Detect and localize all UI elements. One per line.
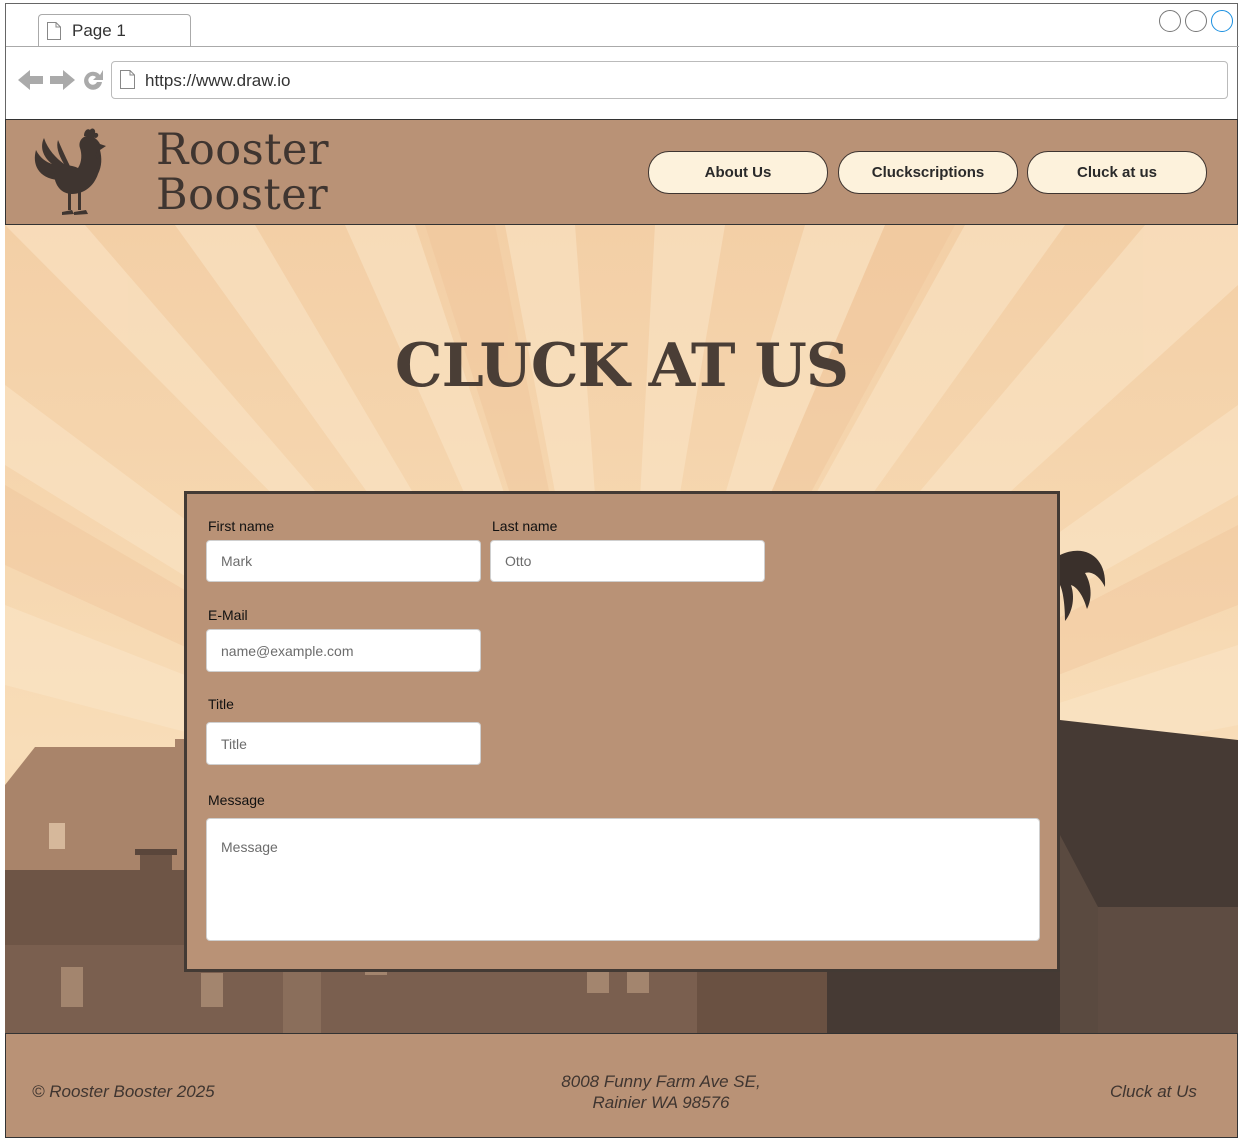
browser-tab[interactable]: Page 1: [38, 14, 191, 47]
page-icon: [47, 22, 61, 40]
copyright-text: © Rooster Booster 2025: [32, 1082, 215, 1101]
browser-chrome: Page 1 https://www.draw.io: [5, 3, 1239, 119]
address-line-2: Rainier WA 98576: [592, 1093, 730, 1112]
message-textarea[interactable]: [206, 818, 1040, 941]
site-footer: © Rooster Booster 2025 8008 Funny Farm A…: [5, 1033, 1238, 1138]
reload-icon[interactable]: [81, 68, 105, 92]
tab-label: Page 1: [72, 21, 126, 40]
title-input[interactable]: [206, 722, 481, 765]
nav-about-us-button[interactable]: About Us: [648, 151, 828, 194]
first-name-input[interactable]: [206, 540, 481, 582]
brand-line-2: Booster: [156, 170, 329, 220]
site-header: Rooster Booster About Us Cluckscriptions…: [5, 119, 1238, 225]
email-input[interactable]: [206, 629, 481, 672]
window-close-icon[interactable]: [1211, 10, 1233, 32]
forward-arrow-icon[interactable]: [49, 68, 75, 92]
window-maximize-icon[interactable]: [1185, 10, 1207, 32]
address-bar[interactable]: https://www.draw.io: [111, 61, 1228, 99]
first-name-label: First name: [208, 518, 275, 534]
last-name-input[interactable]: [490, 540, 765, 582]
title-label: Title: [208, 696, 234, 712]
message-label: Message: [208, 792, 265, 808]
url-text: https://www.draw.io: [145, 71, 291, 90]
back-arrow-icon[interactable]: [18, 68, 44, 92]
rooster-logo-icon[interactable]: [28, 128, 114, 216]
contact-form: First name Last name E-Mail Title Messag…: [184, 491, 1060, 972]
tab-divider: [6, 46, 1239, 47]
window-minimize-icon[interactable]: [1159, 10, 1181, 32]
address-text: 8008 Funny Farm Ave SE, Rainier WA 98576: [526, 1071, 796, 1113]
page-title: CLUCK AT US: [394, 331, 849, 401]
brand-name[interactable]: Rooster Booster: [156, 128, 329, 218]
email-label: E-Mail: [208, 607, 248, 623]
footer-cluck-at-us-link[interactable]: Cluck at Us: [1110, 1082, 1197, 1102]
address-line-1: 8008 Funny Farm Ave SE,: [561, 1072, 761, 1091]
nav-cluckscriptions-button[interactable]: Cluckscriptions: [838, 151, 1018, 194]
nav-cluck-at-us-button[interactable]: Cluck at us: [1027, 151, 1207, 194]
page-icon: [120, 70, 135, 89]
last-name-label: Last name: [492, 518, 558, 534]
brand-line-1: Rooster: [156, 125, 330, 175]
